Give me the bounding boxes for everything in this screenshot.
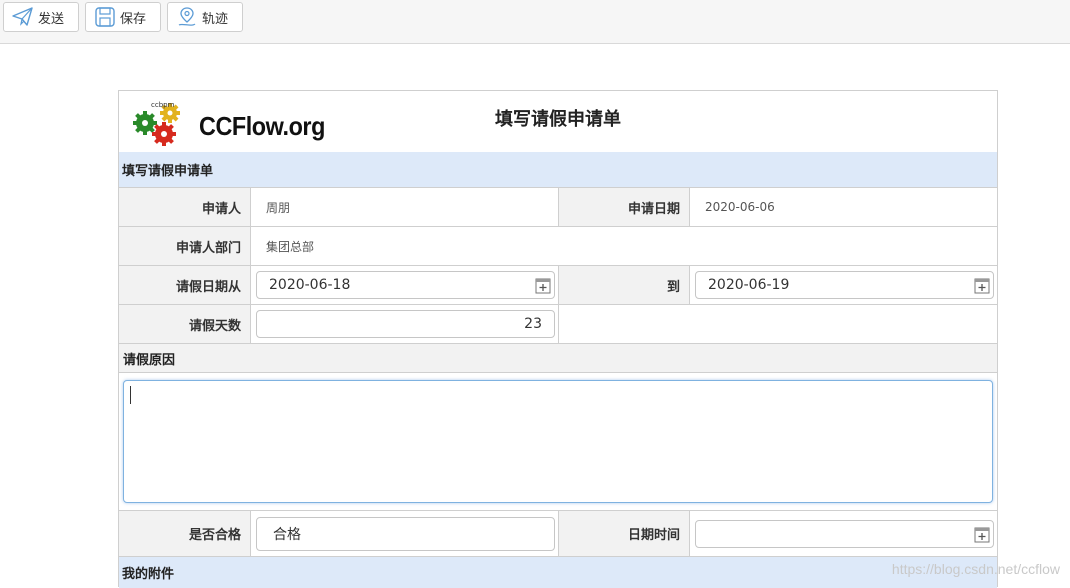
leave-reason-textarea[interactable]: [123, 380, 993, 503]
leave-to-value: 2020-06-19: [708, 277, 790, 293]
apply-date-value: 2020-06-06: [705, 200, 775, 214]
qualified-label: 是否合格: [119, 511, 251, 556]
row-leave-days: 请假天数 23: [119, 305, 997, 344]
calendar-icon[interactable]: [974, 277, 990, 294]
leave-days-label: 请假天数: [119, 305, 251, 343]
row-applicant: 申请人 周朋 申请日期 2020-06-06: [119, 188, 997, 227]
qualified-value: 合格: [273, 527, 301, 543]
track-label: 轨迹: [202, 11, 229, 27]
calendar-icon[interactable]: [535, 277, 551, 294]
logo-small-text: ccbpm: [151, 101, 175, 109]
leave-to-input[interactable]: 2020-06-19: [695, 271, 994, 299]
row-leave-dates: 请假日期从 2020-06-18 到 2020-06-19: [119, 266, 997, 305]
ccflow-logo: ccbpm CCFlow.org: [131, 99, 331, 147]
leave-reason-label: 请假原因: [119, 344, 997, 373]
toolbar: 发送 保存 轨迹: [0, 0, 1070, 44]
leave-to-cell: 2020-06-19: [690, 266, 997, 304]
datetime-input[interactable]: [695, 520, 994, 548]
send-icon: [12, 7, 33, 26]
watermark: https://blog.csdn.net/ccflow: [891, 561, 1060, 577]
department-label: 申请人部门: [119, 227, 251, 265]
leave-days-value: 23: [524, 316, 542, 332]
form-title: 填写请假申请单: [495, 109, 621, 130]
leave-form: ccbpm CCFlow.org 填写请假申请单 填写请假申请单 申请人 周朋 …: [118, 90, 998, 588]
save-label: 保存: [120, 11, 147, 27]
leave-from-input[interactable]: 2020-06-18: [256, 271, 555, 299]
text-cursor: [130, 386, 131, 404]
leave-from-label: 请假日期从: [119, 266, 251, 304]
send-label: 发送: [38, 11, 65, 27]
leave-from-cell: 2020-06-18: [251, 266, 559, 304]
location-icon: [178, 7, 196, 26]
save-icon: [95, 7, 115, 27]
leave-days-input[interactable]: 23: [256, 310, 555, 338]
send-button[interactable]: 发送: [3, 2, 79, 32]
apply-date-label: 申请日期: [559, 188, 690, 226]
form-header: ccbpm CCFlow.org 填写请假申请单: [119, 91, 997, 153]
leave-to-label: 到: [559, 266, 690, 304]
section-header-main: 填写请假申请单: [119, 152, 997, 188]
row-department: 申请人部门 集团总部: [119, 227, 997, 266]
qualified-cell: 合格: [251, 511, 559, 556]
applicant-label: 申请人: [119, 188, 251, 226]
qualified-select[interactable]: 合格: [256, 517, 555, 551]
calendar-icon[interactable]: [974, 526, 990, 543]
save-button[interactable]: 保存: [85, 2, 161, 32]
leave-from-value: 2020-06-18: [269, 277, 351, 293]
section-header-attachments: 我的附件: [119, 557, 997, 588]
row-qualified: 是否合格 合格 日期时间: [119, 511, 997, 557]
leave-days-cell: 23: [251, 305, 559, 343]
department-value: 集团总部: [266, 239, 315, 254]
track-button[interactable]: 轨迹: [167, 2, 243, 32]
datetime-label: 日期时间: [559, 511, 690, 556]
logo-text: CCFlow.org: [199, 111, 325, 141]
applicant-value: 周朋: [251, 188, 559, 226]
datetime-cell: [690, 511, 997, 556]
